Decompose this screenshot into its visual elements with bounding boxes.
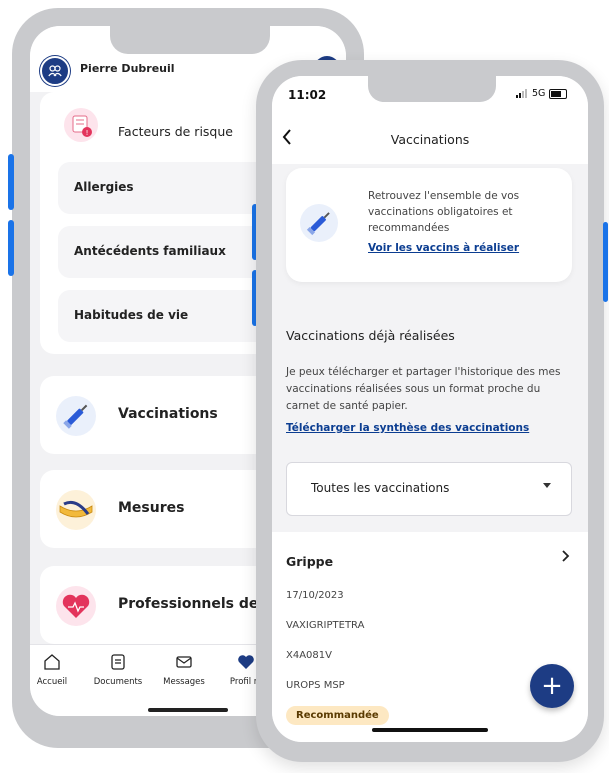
stethoscope-heart-icon: [56, 586, 96, 626]
back-phone-notch: [110, 26, 270, 54]
plus-icon: +: [541, 671, 563, 701]
back-home-indicator: [148, 708, 228, 712]
front-phone-notch: [368, 76, 496, 102]
nav-home[interactable]: Accueil: [30, 653, 82, 687]
svg-text:!: !: [86, 129, 89, 137]
vaccinations-label: Vaccinations: [118, 406, 218, 422]
back-phone-volume-up: [8, 154, 14, 210]
syringe-icon: [300, 204, 338, 242]
vaccine-date: 17/10/2023: [286, 590, 344, 601]
home-icon: [44, 654, 60, 670]
nav-home-label: Accueil: [36, 677, 68, 687]
measuring-tape-icon: [56, 490, 96, 530]
vaccines-to-do-link[interactable]: Voir les vaccins à réaliser: [368, 242, 519, 254]
section-description: Je peux télécharger et partager l'histor…: [286, 366, 561, 412]
risk-factors-label[interactable]: Facteurs de risque: [118, 124, 233, 139]
vaccine-name: Grippe: [286, 554, 334, 569]
risk-factors-icon: !: [64, 108, 98, 142]
front-phone-screen: 11:02 5G Vaccinations Retrouvez l'ensemb…: [272, 76, 588, 742]
add-vaccination-button[interactable]: +: [530, 664, 574, 708]
signal-icon: [516, 89, 527, 98]
section-title: Vaccinations déjà réalisées: [286, 328, 455, 343]
user-group-icon: [48, 65, 62, 77]
nav-messages-label: Messages: [163, 677, 205, 687]
status-indicators: 5G: [516, 88, 568, 99]
vaccine-lot: X4A081V: [286, 650, 332, 661]
front-home-indicator: [372, 728, 488, 732]
user-avatar[interactable]: [40, 56, 70, 86]
lifestyle-label: Habitudes de vie: [74, 308, 189, 322]
promo-card: Retrouvez l'ensemble de vos vaccinations…: [286, 168, 572, 282]
page-title: Vaccinations: [390, 132, 470, 147]
nav-documents-label: Documents: [93, 677, 143, 687]
download-summary-link[interactable]: Télécharger la synthèse des vaccinations: [286, 422, 529, 434]
family-history-label: Antécédents familiaux: [74, 244, 226, 258]
promo-text: Retrouvez l'ensemble de vos vaccinations…: [368, 190, 520, 234]
allergies-label: Allergies: [74, 180, 134, 194]
front-phone-frame: 11:02 5G Vaccinations Retrouvez l'ensemb…: [256, 60, 604, 762]
status-time: 11:02: [288, 88, 327, 102]
recommended-badge: Recommandée: [286, 706, 389, 725]
front-phone-power-button: [603, 222, 608, 302]
filter-selected-value: Toutes les vaccinations: [311, 481, 450, 495]
document-icon: [111, 654, 125, 670]
vaccine-place: UROPS MSP: [286, 680, 345, 691]
heart-profile-icon: [238, 655, 254, 669]
back-phone-volume-down: [8, 220, 14, 276]
chevron-right-icon[interactable]: [562, 550, 570, 566]
chevron-down-icon: [543, 483, 551, 488]
nav-messages[interactable]: Messages: [154, 653, 214, 687]
mail-icon: [176, 656, 192, 668]
vaccine-card[interactable]: Grippe 17/10/2023 VAXIGRIPTETRA X4A081V …: [272, 532, 588, 742]
network-label: 5G: [532, 88, 546, 99]
battery-icon: [549, 88, 568, 99]
user-name: Pierre Dubreuil: [80, 62, 175, 75]
vaccination-filter-select[interactable]: Toutes les vaccinations: [286, 462, 572, 516]
vaccine-product: VAXIGRIPTETRA: [286, 620, 365, 631]
syringe-icon: [56, 396, 96, 436]
measures-label: Mesures: [118, 500, 185, 516]
nav-documents[interactable]: Documents: [88, 653, 148, 687]
